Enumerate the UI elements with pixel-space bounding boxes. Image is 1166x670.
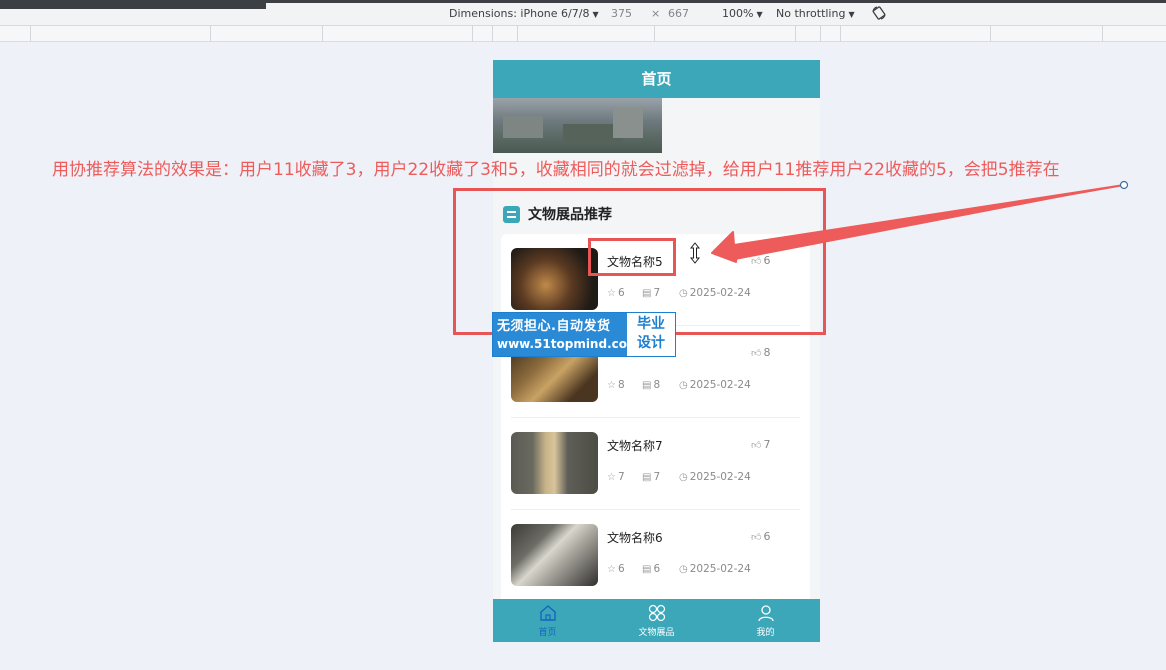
- window-strip: [0, 0, 266, 9]
- home-icon: [539, 605, 556, 621]
- watermark-left: 无须担心.自动发货 www.51topmind.com: [493, 313, 640, 356]
- thumbs-up-icon: 👍︎: [751, 532, 762, 543]
- clock-icon: ◷: [679, 380, 688, 391]
- clock-icon: ◷: [679, 564, 688, 575]
- page-title: 首页: [493, 60, 820, 98]
- item-favorites-count: 8: [617, 379, 625, 391]
- grid-icon: [648, 604, 665, 622]
- calendar-icon: ▤: [642, 380, 652, 391]
- clock-icon: ◷: [679, 472, 688, 483]
- device-height-input[interactable]: 667: [668, 7, 689, 20]
- item-thumbnail: [511, 432, 598, 494]
- zoom-label: 100%: [722, 7, 754, 20]
- throttling-label: No throttling: [776, 7, 846, 20]
- item-favorites: ☆ 6: [607, 563, 625, 575]
- watermark-line2: www.51topmind.com: [497, 337, 640, 351]
- item-likes: 👍︎ 7: [751, 438, 770, 451]
- item-favorites-count: 6: [617, 563, 625, 575]
- tab-exhibits-label: 文物展品: [638, 628, 675, 638]
- item-likes-count: 8: [763, 346, 771, 359]
- item-views-count: 6: [653, 563, 661, 575]
- chevron-down-icon: ▼: [848, 10, 855, 19]
- dimension-times: ×: [651, 7, 661, 20]
- tab-exhibits[interactable]: 文物展品: [602, 599, 711, 642]
- thumbs-up-icon: 👍︎: [751, 440, 762, 451]
- user-icon: [757, 605, 774, 622]
- highlight-box-name: [588, 238, 676, 276]
- item-name: 文物名称6: [607, 531, 663, 545]
- item-views-count: 7: [653, 471, 661, 483]
- item-views: ▤ 8: [642, 379, 660, 391]
- watermark-right-line1: 毕业: [637, 316, 665, 332]
- rotate-icon[interactable]: [871, 5, 887, 21]
- device-dimensions-label: Dimensions: iPhone 6/7/8: [449, 7, 590, 20]
- star-icon: ☆: [607, 380, 616, 391]
- banner-image[interactable]: [493, 98, 662, 153]
- tab-mine[interactable]: 我的: [711, 599, 820, 642]
- tab-mine-label: 我的: [756, 628, 775, 638]
- calendar-icon: ▤: [642, 472, 652, 483]
- item-favorites-count: 7: [617, 471, 625, 483]
- item-date: ◷ 2025-02-24: [679, 471, 751, 483]
- item-likes-count: 7: [763, 438, 771, 451]
- watermark-line1: 无须担心.自动发货: [497, 319, 611, 334]
- item-date: ◷ 2025-02-24: [679, 379, 751, 391]
- item-date: ◷ 2025-02-24: [679, 563, 751, 575]
- item-favorites: ☆ 8: [607, 379, 625, 391]
- item-views: ▤ 6: [642, 563, 660, 575]
- tab-home[interactable]: 首页: [493, 599, 602, 642]
- item-name: 文物名称7: [607, 439, 663, 453]
- item-likes-count: 6: [763, 530, 771, 543]
- item-views: ▤ 7: [642, 471, 660, 483]
- chevron-down-icon: ▼: [592, 10, 599, 19]
- arrow-handle[interactable]: [1119, 180, 1129, 190]
- item-date-text: 2025-02-24: [689, 563, 751, 575]
- throttling-dropdown[interactable]: No throttling ▼: [776, 7, 855, 20]
- zoom-dropdown[interactable]: 100% ▼: [722, 7, 763, 20]
- star-icon: ☆: [607, 472, 616, 483]
- watermark-right-line2: 设计: [637, 335, 665, 351]
- devtools-toolbar: Dimensions: iPhone 6/7/8 ▼ 375 × 667 100%…: [0, 0, 1166, 26]
- window-strip-right: [266, 0, 1166, 3]
- list-item[interactable]: 文物名称6 👍︎ 6 ☆ 6 ▤ 6 ◷ 2025-02-24: [501, 510, 810, 602]
- resize-cursor-icon: [689, 242, 701, 264]
- star-icon: ☆: [607, 564, 616, 575]
- bottom-tab-bar: 首页 文物展品 我的: [493, 599, 820, 642]
- device-width-input[interactable]: 375: [611, 7, 632, 20]
- thumbs-up-icon: 👍︎: [751, 348, 762, 359]
- item-favorites: ☆ 7: [607, 471, 625, 483]
- item-date-text: 2025-02-24: [689, 471, 751, 483]
- list-item[interactable]: 文物名称7 👍︎ 7 ☆ 7 ▤ 7 ◷ 2025-02-24: [501, 418, 810, 510]
- watermark-badge: 无须担心.自动发货 www.51topmind.com 毕业 设计: [492, 312, 676, 357]
- watermark-right: 毕业 设计: [627, 313, 675, 356]
- item-date-text: 2025-02-24: [689, 379, 751, 391]
- media-query-ruler: [0, 26, 1166, 42]
- annotation-text: 用协推荐算法的效果是：用户11收藏了3，用户22收藏了3和5，收藏相同的就会过滤…: [52, 160, 1060, 180]
- calendar-icon: ▤: [642, 564, 652, 575]
- device-dimensions-dropdown[interactable]: Dimensions: iPhone 6/7/8 ▼: [449, 7, 599, 20]
- item-likes: 👍︎ 6: [751, 530, 770, 543]
- item-likes: 👍︎ 8: [751, 346, 770, 359]
- item-thumbnail: [511, 524, 598, 586]
- tab-home-label: 首页: [538, 628, 557, 638]
- item-views-count: 8: [653, 379, 661, 391]
- chevron-down-icon: ▼: [756, 10, 763, 19]
